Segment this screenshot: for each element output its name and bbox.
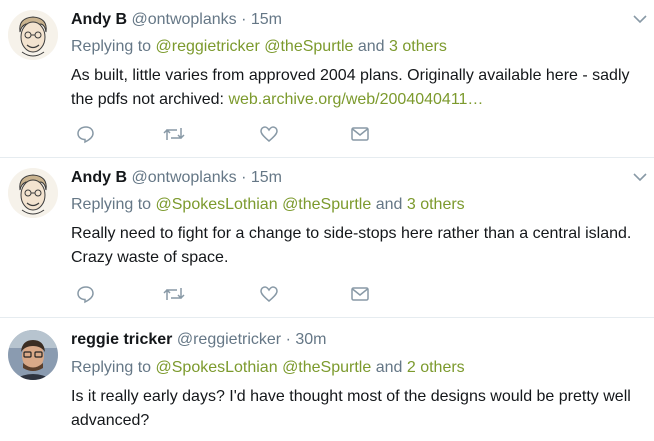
avatar[interactable] <box>8 168 58 218</box>
timestamp[interactable]: 15m <box>251 169 282 186</box>
retweet-icon[interactable] <box>162 282 186 306</box>
reply-mention-reggietricker[interactable]: @reggietricker <box>156 38 260 55</box>
avatar[interactable] <box>8 330 58 380</box>
timestamp[interactable]: 15m <box>251 11 282 28</box>
replying-to: Replying to @SpokesLothian @theSpurtle a… <box>71 358 465 378</box>
reply-mention-thespurtle[interactable]: @theSpurtle <box>282 196 371 213</box>
retweet-icon[interactable] <box>162 122 186 146</box>
chevron-down-icon[interactable] <box>630 170 650 184</box>
reply-icon[interactable] <box>74 282 98 306</box>
avatar[interactable] <box>8 10 58 60</box>
tweet-header: reggie tricker @reggietricker · 30m <box>71 330 326 350</box>
replying-to-label: Replying to <box>71 38 152 55</box>
reply-and-label: and <box>375 359 403 376</box>
tweet-text: Really need to fight for a change to sid… <box>71 225 632 266</box>
separator-dot: · <box>285 331 291 348</box>
reply-mention-spokeslothian[interactable]: @SpokesLothian <box>156 196 278 213</box>
reply-others-link[interactable]: 3 others <box>407 196 465 213</box>
tweet[interactable]: Andy B @ontwoplanks · 15m Replying to @S… <box>0 158 654 318</box>
like-icon[interactable] <box>257 122 281 146</box>
reply-mention-thespurtle[interactable]: @theSpurtle <box>264 38 353 55</box>
author-handle[interactable]: @ontwoplanks <box>131 169 236 186</box>
tweet-header: Andy B @ontwoplanks · 15m <box>71 168 282 188</box>
author-handle[interactable]: @ontwoplanks <box>131 11 236 28</box>
author-name[interactable]: Andy B <box>71 11 127 28</box>
reply-others-link[interactable]: 2 others <box>407 359 465 376</box>
reply-and-label: and <box>357 38 385 55</box>
separator-dot: · <box>241 169 247 186</box>
caricature-avatar-icon <box>8 10 58 60</box>
replying-to: Replying to @reggietricker @theSpurtle a… <box>71 37 447 57</box>
reply-and-label: and <box>375 196 403 213</box>
tweet-link[interactable]: web.archive.org/web/2004040411… <box>228 91 483 108</box>
tweet[interactable]: reggie tricker @reggietricker · 30m Repl… <box>0 318 654 441</box>
reply-mention-spokeslothian[interactable]: @SpokesLothian <box>156 359 278 376</box>
like-icon[interactable] <box>257 282 281 306</box>
replying-to-label: Replying to <box>71 359 152 376</box>
message-icon[interactable] <box>348 122 372 146</box>
tweet-text: As built, little varies from approved 20… <box>71 64 646 112</box>
author-name[interactable]: Andy B <box>71 169 127 186</box>
reply-mention-thespurtle[interactable]: @theSpurtle <box>282 359 371 376</box>
author-name[interactable]: reggie tricker <box>71 331 172 348</box>
chevron-down-icon[interactable] <box>630 12 650 26</box>
message-icon[interactable] <box>348 282 372 306</box>
tweet-actions <box>71 282 391 306</box>
replying-to-label: Replying to <box>71 196 152 213</box>
reply-others-link[interactable]: 3 others <box>389 38 447 55</box>
reply-icon[interactable] <box>74 122 98 146</box>
timestamp[interactable]: 30m <box>295 331 326 348</box>
tweet-header: Andy B @ontwoplanks · 15m <box>71 10 282 30</box>
tweet[interactable]: Andy B @ontwoplanks · 15m Replying to @r… <box>0 0 654 158</box>
caricature-avatar-icon <box>8 168 58 218</box>
replying-to: Replying to @SpokesLothian @theSpurtle a… <box>71 195 465 215</box>
separator-dot: · <box>241 11 247 28</box>
photo-avatar-icon <box>8 330 58 380</box>
author-handle[interactable]: @reggietricker <box>177 331 281 348</box>
tweet-actions <box>71 122 391 146</box>
tweet-text: Is it really early days? I'd have though… <box>71 388 631 429</box>
